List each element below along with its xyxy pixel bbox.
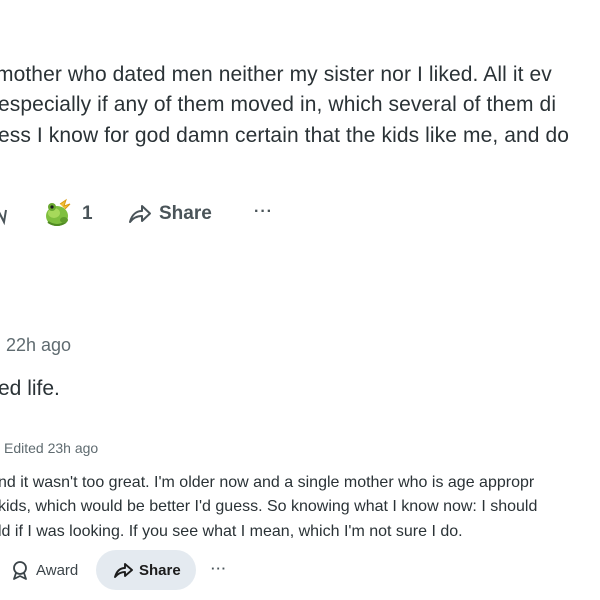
post-text-line-3: ess I know for god damn certain that the… [0,124,570,147]
more-options-button[interactable]: ··· [254,203,273,221]
reply-share-label: Share [139,561,181,579]
award-ribbon-icon [13,561,27,580]
post-text-line-2: especially if any of them moved in, whic… [0,93,557,116]
share-label: Share [159,203,212,224]
more-dots-icon: ··· [254,203,273,220]
post-detail-page: mother who dated men neither my sister n… [0,0,600,600]
reply-text-line-3: ld if I was looking. If you see what I m… [0,523,463,540]
award-count: 1 [82,203,93,224]
reply-award-button[interactable]: Award [10,560,78,580]
share-arrow-icon [114,563,133,578]
more-dots-icon: ··· [211,561,227,576]
reply-award-label: Award [36,561,79,579]
share-button[interactable]: Share [127,202,212,226]
comment-text: ed life. [0,377,60,400]
reply-more-options-button[interactable]: ··· [211,561,227,576]
vote-arrow-icon [0,209,7,226]
comment-timestamp: 22h ago [6,335,72,355]
reply-share-content[interactable]: Share [113,560,181,580]
reply-text-line-1: nd it wasn't too great. I'm older now an… [0,474,535,491]
vote-arrow-partial[interactable] [0,200,8,230]
share-arrow-icon [129,205,151,223]
reply-text-line-2: kids, which would be better I'd guess. S… [0,498,538,515]
reply-timestamp: Edited 23h ago [4,440,99,456]
award-emoji-icon [46,198,71,226]
post-text-line-1: mother who dated men neither my sister n… [0,63,552,86]
award-button[interactable]: 1 [42,198,93,230]
